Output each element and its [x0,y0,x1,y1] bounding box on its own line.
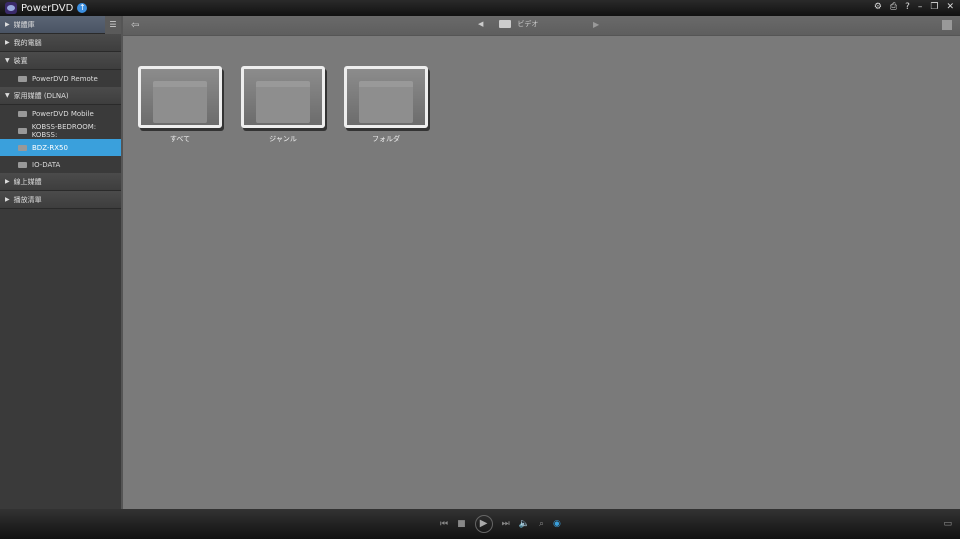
section-label: 媒體庫 [13,20,35,29]
next-icon[interactable]: ▶ [593,20,599,29]
sidebar-section-my-computer[interactable]: ▶ 我的電腦 [0,34,121,52]
folder-genre[interactable]: ジャンル [241,66,325,144]
sidebar-section-library[interactable]: ▶ 媒體庫 ☰ [0,15,121,34]
minimize-icon[interactable]: – [918,2,923,12]
expand-icon: ▶ [5,21,10,28]
folder-icon [499,20,512,28]
section-label: 線上媒體 [13,177,42,186]
monitor-icon [18,127,27,134]
sidebar-section-home-media[interactable]: ▼ 家用媒體 (DLNA) [0,87,121,105]
section-label: 裝置 [13,56,28,65]
folder-label: すべて [169,135,191,143]
folder-icon [138,66,222,128]
title-bar: PowerDVD ↑ ⚙ ⎙ ? – ❐ ✕ [0,0,960,16]
monitor-icon [18,161,27,168]
expand-icon: ▶ [5,196,10,203]
print-icon[interactable]: ⎙ [890,2,897,12]
sidebar-section-online-media[interactable]: ▶ 線上媒體 [0,173,121,191]
folder-all[interactable]: すべて [138,66,222,144]
expand-icon: ▶ [5,39,10,46]
sidebar-item-kobss-bedroom[interactable]: KOBSS-BEDROOM: KOBSS: [0,122,121,139]
restore-icon[interactable]: ❐ [930,2,938,12]
previous-track-icon[interactable]: ⏮ [440,519,448,529]
play-button[interactable]: ▶ [474,515,493,533]
zoom-icon[interactable]: ⌕ [539,519,544,529]
volume-icon[interactable]: 🔈 [519,519,530,529]
folder-folder[interactable]: フォルダ [344,66,428,144]
expand-icon: ▶ [5,178,10,185]
upgrade-icon[interactable]: ↑ [77,3,88,13]
breadcrumb: ◀ ビデオ [478,19,538,29]
3d-eye-icon[interactable]: ◉ [553,519,561,529]
item-label: PowerDVD Mobile [32,109,94,118]
sidebar: ▶ 媒體庫 ☰ ▶ 我的電腦 ▼ 裝置 PowerDVD Remote ▼ 家用媒體 (D… [0,15,123,509]
folder-label: フォルダ [372,135,400,143]
sidebar-section-playlist[interactable]: ▶ 播放清單 [0,191,121,209]
stop-icon[interactable]: ■ [457,519,466,529]
item-label: KOBSS-BEDROOM: KOBSS: [31,122,97,139]
section-label: 家用媒體 (DLNA) [13,91,69,100]
folder-label: ジャンル [269,135,297,143]
remote-icon [18,75,27,82]
settings-icon[interactable]: ⚙ [874,2,882,12]
folder-icon [344,66,428,128]
playback-bar: ⏮ ■ ▶ ⏭ 🔈 ⌕ ◉ ▭ [0,509,960,539]
item-label: PowerDVD Remote [32,74,98,83]
app-title: PowerDVD [21,2,74,14]
monitor-icon [18,144,27,151]
collapse-icon: ▼ [5,57,10,64]
screen-icon[interactable]: ▭ [943,519,952,529]
sidebar-item-powerdvd-remote[interactable]: PowerDVD Remote [0,70,121,87]
next-track-icon[interactable]: ⏭ [502,519,510,529]
item-label: IO-DATA [32,160,61,169]
powerdvd-logo-icon [5,2,17,14]
view-mode-icon[interactable] [942,20,952,30]
mobile-icon [18,110,27,117]
folder-grid: すべて ジャンル フォルダ [138,66,428,144]
menu-icon[interactable]: ☰ [105,15,121,34]
item-label: BDZ-RX50 [32,143,68,152]
sidebar-item-powerdvd-mobile[interactable]: PowerDVD Mobile [0,105,121,122]
help-icon[interactable]: ? [905,2,910,12]
navigation-bar: ⇦ ◀ ビデオ ▶ [123,16,960,36]
previous-icon[interactable]: ◀ [478,20,483,28]
sidebar-section-devices[interactable]: ▼ 裝置 [0,52,121,70]
back-arrow-icon[interactable]: ⇦ [131,20,139,31]
sidebar-item-io-data[interactable]: IO-DATA [0,156,121,173]
close-icon[interactable]: ✕ [946,2,954,12]
section-label: 我的電腦 [13,38,42,47]
collapse-icon: ▼ [5,92,10,99]
sidebar-item-bdz-rx50[interactable]: BDZ-RX50 [0,139,121,156]
section-label: 播放清單 [13,195,42,204]
breadcrumb-label: ビデオ [517,20,539,28]
folder-icon [241,66,325,128]
